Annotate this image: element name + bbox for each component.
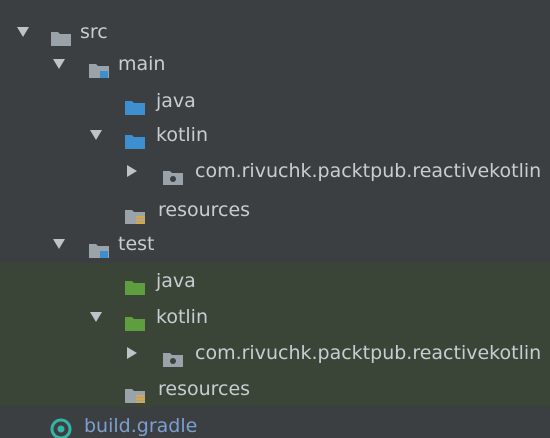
- tree-label-test-java: java: [156, 270, 196, 292]
- tree-row-main-kotlin[interactable]: kotlin: [0, 117, 550, 153]
- tree-label-test-kotlin: kotlin: [156, 306, 208, 328]
- tree-row-main-java[interactable]: java: [0, 83, 550, 119]
- chevron-down-icon[interactable]: [17, 27, 29, 37]
- tree-label-main-resources: resources: [158, 199, 251, 221]
- source-folder-icon: [124, 126, 146, 149]
- module-folder-icon: [88, 55, 110, 78]
- package-icon: [162, 344, 184, 367]
- tree-row-test-kotlin[interactable]: kotlin: [0, 299, 550, 335]
- tree-row-build-gradle[interactable]: build.gradle: [0, 408, 550, 438]
- tree-label-main-kotlin: kotlin: [156, 124, 208, 146]
- project-tree: src main java kotlin com.rivuchk.packtpu…: [0, 0, 550, 438]
- chevron-down-icon[interactable]: [53, 59, 65, 69]
- tree-row-test-java[interactable]: java: [0, 263, 550, 299]
- test-source-folder-icon: [124, 308, 146, 331]
- tree-row-main-package[interactable]: com.rivuchk.packtpub.reactivekotlin: [0, 153, 550, 189]
- tree-label-build-gradle: build.gradle: [84, 415, 198, 437]
- module-folder-icon: [88, 235, 110, 258]
- gradle-file-icon: [50, 416, 72, 438]
- chevron-down-icon[interactable]: [90, 130, 102, 140]
- tree-label-main-package: com.rivuchk.packtpub.reactivekotlin: [195, 160, 542, 182]
- tree-row-test[interactable]: test: [0, 226, 550, 262]
- folder-icon: [50, 23, 72, 46]
- tree-row-main[interactable]: main: [0, 46, 550, 82]
- tree-label-main-java: java: [156, 90, 196, 112]
- test-source-folder-icon: [124, 272, 146, 295]
- chevron-down-icon[interactable]: [53, 239, 65, 249]
- tree-label-main: main: [118, 53, 166, 75]
- tree-row-test-package[interactable]: com.rivuchk.packtpub.reactivekotlin: [0, 335, 550, 371]
- chevron-down-icon[interactable]: [90, 312, 102, 322]
- tree-label-test-package: com.rivuchk.packtpub.reactivekotlin: [195, 342, 542, 364]
- tree-label-test-resources: resources: [158, 378, 251, 400]
- package-icon: [162, 162, 184, 185]
- tree-row-test-resources[interactable]: resources: [0, 371, 550, 407]
- resources-folder-icon: [124, 380, 146, 403]
- resources-folder-icon: [124, 201, 146, 224]
- chevron-right-icon[interactable]: [127, 165, 137, 177]
- tree-row-main-resources[interactable]: resources: [0, 192, 550, 228]
- tree-label-src: src: [80, 21, 108, 43]
- source-folder-icon: [124, 92, 146, 115]
- tree-label-test: test: [118, 233, 155, 255]
- tree-row-src[interactable]: src: [0, 14, 550, 50]
- chevron-right-icon[interactable]: [127, 347, 137, 359]
